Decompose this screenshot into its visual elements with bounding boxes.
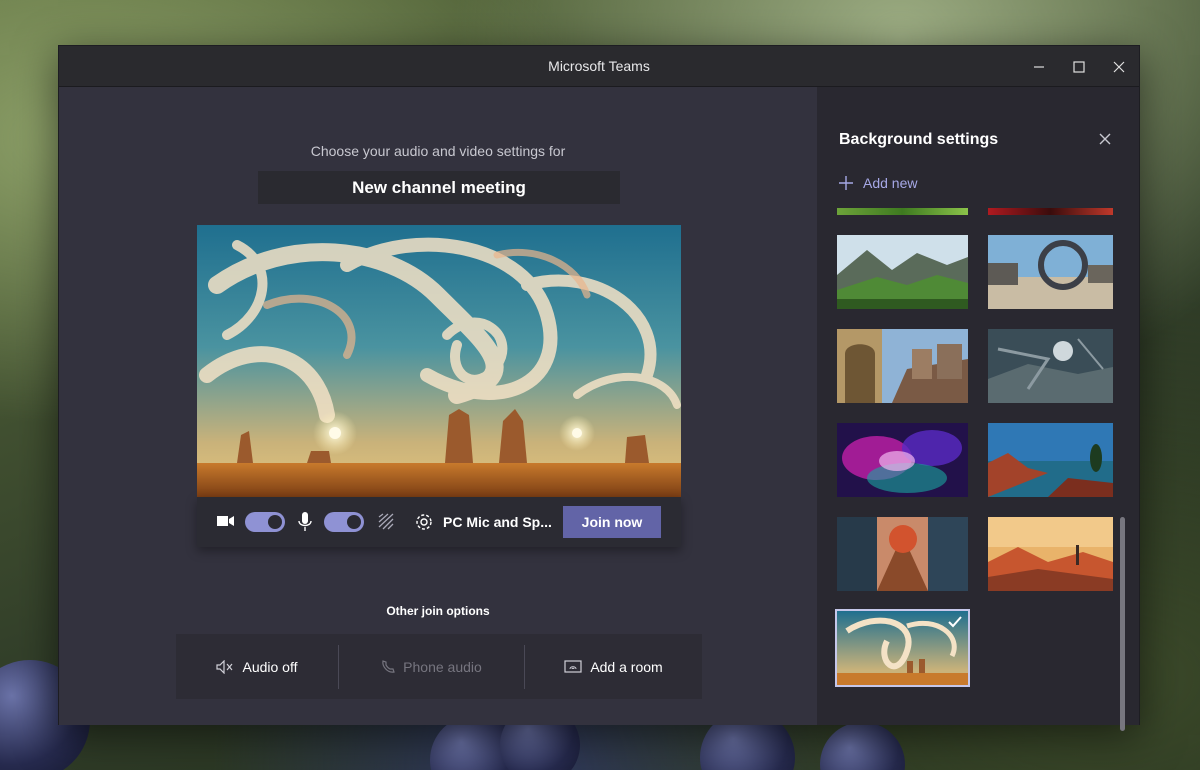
background-settings-panel: Background settings Add new <box>817 87 1139 731</box>
add-a-room-label: Add a room <box>590 658 663 675</box>
fantasy-street-image <box>837 329 968 403</box>
audio-off-label: Audio off <box>242 658 298 675</box>
background-thumb-sunset-island[interactable] <box>988 517 1113 591</box>
join-now-button[interactable]: Join now <box>563 506 661 538</box>
mountain-valley-image <box>837 235 968 309</box>
minimize-icon <box>1034 65 1044 68</box>
microphone-icon[interactable] <box>298 512 312 532</box>
phone-audio-option: Phone audio <box>339 634 524 699</box>
close-panel-button[interactable] <box>1095 129 1115 149</box>
desktop-grape <box>820 722 905 770</box>
maximize-icon <box>1073 60 1085 73</box>
meeting-name: New channel meeting <box>258 171 620 204</box>
background-thumb-swirl-desert[interactable] <box>835 609 970 687</box>
other-join-options: Audio off Phone audio Add a room <box>176 634 702 699</box>
ring-ruins-image <box>988 235 1113 309</box>
background-effects-icon[interactable] <box>377 513 395 531</box>
settings-gear-icon[interactable] <box>415 513 433 531</box>
minimize-button[interactable] <box>1019 46 1059 87</box>
phone-audio-label: Phone audio <box>403 658 482 675</box>
close-icon <box>1113 61 1125 72</box>
title-bar[interactable]: Microsoft Teams <box>59 46 1139 87</box>
checkmark-icon <box>948 616 962 628</box>
plus-icon <box>839 176 853 190</box>
window-title: Microsoft Teams <box>548 58 650 74</box>
background-thumb-ring-ruins[interactable] <box>988 235 1113 309</box>
alien-coast-image <box>988 423 1113 497</box>
panel-scrollbar[interactable] <box>1120 517 1125 731</box>
background-thumb-purple-nebula[interactable] <box>837 423 968 497</box>
other-join-options-title: Other join options <box>386 604 490 618</box>
background-thumb-mountain-valley[interactable] <box>837 235 968 309</box>
camera-icon[interactable] <box>217 514 235 528</box>
close-window-button[interactable] <box>1099 46 1139 87</box>
add-a-room-option[interactable]: Add a room <box>525 634 702 699</box>
prompt-text: Choose your audio and video settings for <box>310 143 566 159</box>
background-thumb-green-grass[interactable] <box>837 208 968 215</box>
add-new-button[interactable]: Add new <box>839 175 917 191</box>
teams-window: Microsoft Teams Choose your audio and vi… <box>58 45 1140 731</box>
background-thumb-space-station[interactable] <box>988 329 1113 403</box>
cast-screen-icon <box>564 659 582 673</box>
phone-icon <box>382 659 395 673</box>
audio-device-label[interactable]: PC Mic and Sp... <box>443 514 552 530</box>
background-thumb-red-abstract[interactable] <box>988 208 1113 215</box>
background-thumb-alien-coast[interactable] <box>988 423 1113 497</box>
prejoin-area: Choose your audio and video settings for… <box>59 87 817 725</box>
microphone-toggle[interactable] <box>324 512 364 532</box>
close-icon <box>1099 133 1111 145</box>
sunset-island-image <box>988 517 1113 591</box>
background-thumb-autumn-street[interactable] <box>837 517 968 591</box>
add-new-label: Add new <box>863 175 918 191</box>
speaker-mute-icon <box>216 659 233 674</box>
audio-off-option[interactable]: Audio off <box>176 634 338 699</box>
panel-title: Background settings <box>839 131 999 148</box>
video-preview <box>197 225 681 497</box>
autumn-street-image <box>837 517 968 591</box>
device-control-bar: PC Mic and Sp... Join now <box>197 497 681 547</box>
maximize-button[interactable] <box>1059 46 1099 87</box>
purple-nebula-image <box>837 423 968 497</box>
background-thumb-fantasy-street[interactable] <box>837 329 968 403</box>
swirl-desert-background <box>197 225 681 497</box>
camera-toggle[interactable] <box>245 512 285 532</box>
space-station-image <box>988 329 1113 403</box>
